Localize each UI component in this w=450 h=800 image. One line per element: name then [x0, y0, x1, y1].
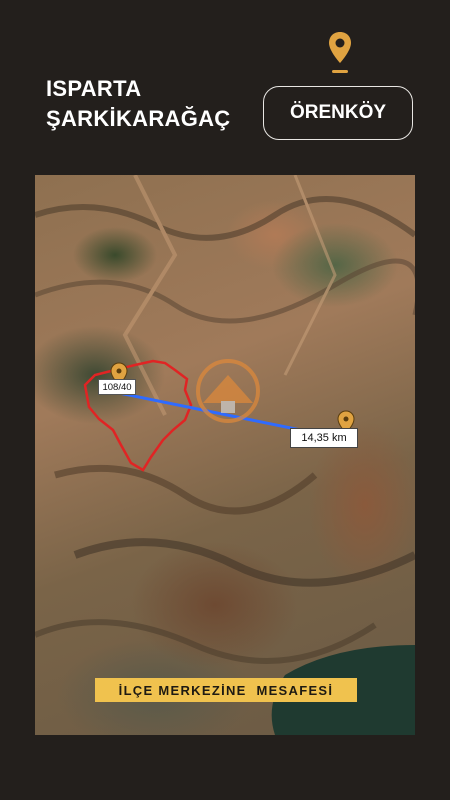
satellite-map[interactable]: 108/40 14,35 km: [35, 175, 415, 735]
watermark-logo: [196, 359, 260, 423]
parcel-number-label: 108/40: [98, 379, 136, 395]
location-title: ISPARTA ŞARKİKARAĞAÇ: [46, 74, 231, 134]
distance-caption: İLÇE MERKEZİNE MESAFESİ: [95, 678, 357, 702]
district-name: ŞARKİKARAĞAÇ: [46, 106, 231, 131]
terrain-texture: [35, 175, 415, 664]
village-name-button[interactable]: ÖRENKÖY: [263, 86, 413, 140]
parcel-boundary: [83, 359, 193, 472]
distance-label: 14,35 km: [290, 428, 358, 448]
map-pin-icon: [329, 32, 351, 73]
province-name: ISPARTA: [46, 76, 142, 101]
